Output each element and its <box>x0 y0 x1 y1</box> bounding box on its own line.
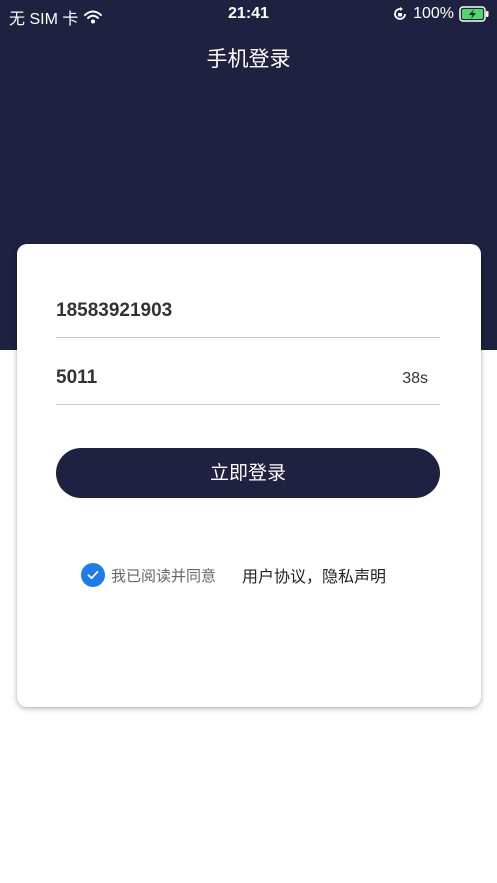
code-input-value: 5011 <box>56 367 98 388</box>
check-icon <box>87 570 99 580</box>
resend-countdown: 38s <box>402 370 428 387</box>
login-card: 18583921903 5011 38s 立即登录 我已阅读并同意 用户协议，隐… <box>17 244 481 707</box>
phone-field[interactable]: 18583921903 <box>56 294 440 338</box>
agree-checkbox[interactable] <box>81 563 105 587</box>
battery-percent: 100% <box>413 5 454 22</box>
page-title: 手机登录 <box>206 47 291 71</box>
agree-text: 我已阅读并同意 <box>111 566 217 585</box>
code-field[interactable]: 5011 38s <box>56 361 440 405</box>
orientation-lock-icon <box>392 6 408 22</box>
phone-input-value: 18583921903 <box>56 300 173 321</box>
agreement-row: 我已阅读并同意 用户协议，隐私声明 <box>81 562 386 588</box>
status-bar: 无 SIM 卡 21:41 100% <box>0 0 497 28</box>
battery-charging-icon <box>459 6 489 22</box>
status-right: 100% <box>392 5 489 23</box>
login-button[interactable]: 立即登录 <box>56 448 440 498</box>
agreement-links[interactable]: 用户协议，隐私声明 <box>242 563 386 587</box>
